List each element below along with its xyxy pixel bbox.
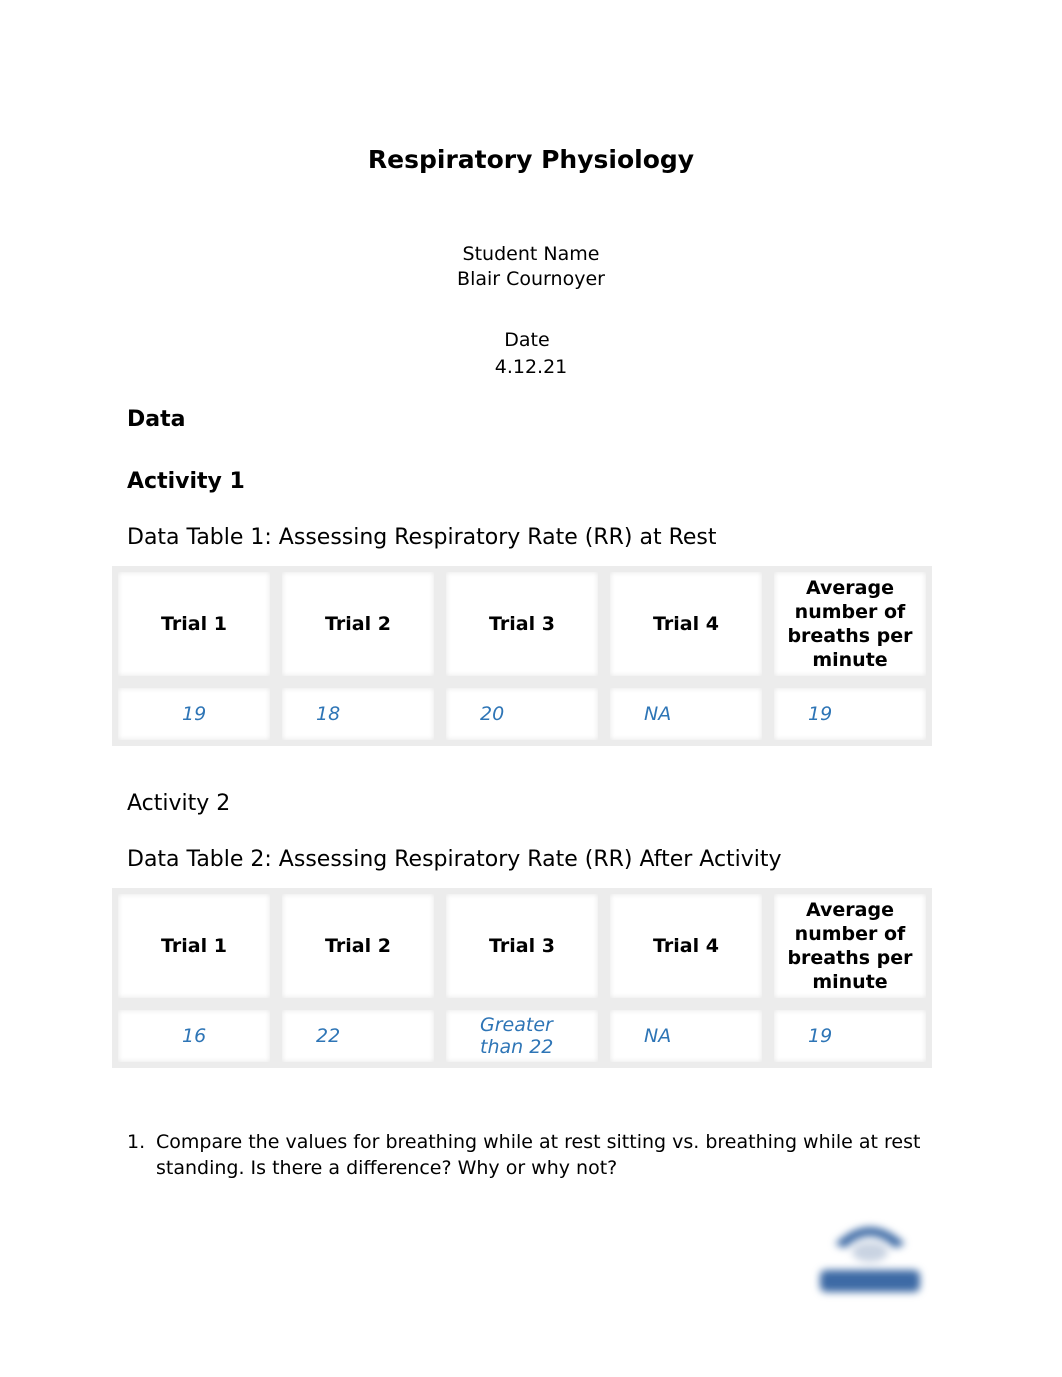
value-cell: 19 — [768, 1004, 932, 1068]
header-cell: Trial 1 — [112, 888, 276, 1004]
institution-logo-icon — [815, 1212, 925, 1302]
header-cell: Trial 2 — [276, 888, 440, 1004]
value-cell: 18 — [276, 682, 440, 746]
value-cell: Greater than 22 — [440, 1004, 604, 1068]
header-cell: Trial 3 — [440, 888, 604, 1004]
section-heading-data: Data — [127, 407, 186, 432]
value-cell: NA — [604, 1004, 768, 1068]
table-header-row: Trial 1 Trial 2 Trial 3 Trial 4 Average … — [112, 888, 932, 1004]
header-cell: Average number of breaths per minute — [768, 566, 932, 682]
header-cell: Trial 4 — [604, 888, 768, 1004]
table-1-caption: Data Table 1: Assessing Respiratory Rate… — [127, 525, 717, 550]
table-row: 16 22 Greater than 22 NA 19 — [112, 1004, 932, 1068]
header-cell: Trial 2 — [276, 566, 440, 682]
table-row: 19 18 20 NA 19 — [112, 682, 932, 746]
header-cell: Trial 3 — [440, 566, 604, 682]
header-cell: Trial 1 — [112, 566, 276, 682]
question-text: Compare the values for breathing while a… — [156, 1131, 921, 1179]
value-cell: 16 — [112, 1004, 276, 1068]
value-cell: NA — [604, 682, 768, 746]
value-cell: 22 — [276, 1004, 440, 1068]
data-table-1: Trial 1 Trial 2 Trial 3 Trial 4 Average … — [112, 566, 932, 746]
question-1: 1. Compare the values for breathing whil… — [127, 1129, 937, 1181]
date-label: Date — [504, 329, 550, 351]
document-title: Respiratory Physiology — [367, 145, 695, 174]
value-cell: 19 — [112, 682, 276, 746]
question-number: 1. — [127, 1131, 146, 1153]
activity-2-heading: Activity 2 — [127, 791, 231, 816]
activity-1-heading: Activity 1 — [127, 469, 245, 494]
data-table-2: Trial 1 Trial 2 Trial 3 Trial 4 Average … — [112, 888, 932, 1068]
student-name-label: Student Name — [462, 243, 600, 265]
header-cell: Trial 4 — [604, 566, 768, 682]
table-header-row: Trial 1 Trial 2 Trial 3 Trial 4 Average … — [112, 566, 932, 682]
table-2-caption: Data Table 2: Assessing Respiratory Rate… — [127, 847, 782, 872]
header-cell: Average number of breaths per minute — [768, 888, 932, 1004]
date-value: 4.12.21 — [494, 356, 568, 378]
value-cell: 19 — [768, 682, 932, 746]
value-cell: 20 — [440, 682, 604, 746]
student-name-value: Blair Cournoyer — [457, 268, 605, 290]
